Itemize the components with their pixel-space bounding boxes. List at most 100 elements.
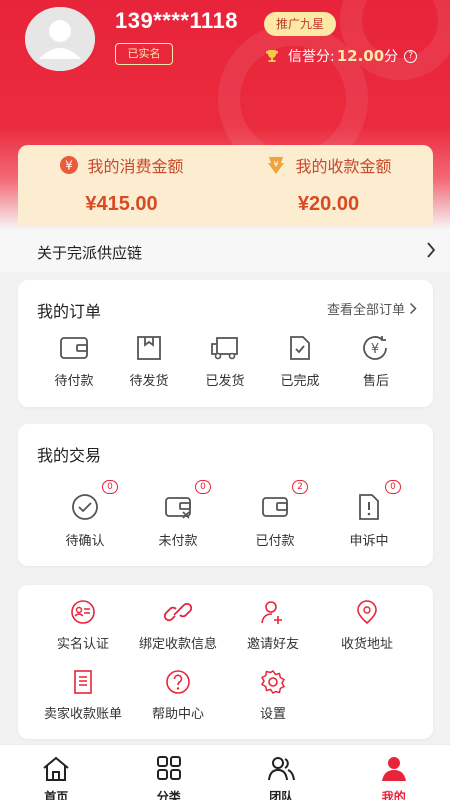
trade-item-label: 已付款: [255, 534, 295, 549]
order-shipped[interactable]: 已发货: [205, 334, 245, 389]
service-label: 邀请好友: [246, 637, 299, 652]
view-all-label: 查看全部订单: [326, 303, 405, 318]
service-real-name-auth[interactable]: 实名认证: [48, 599, 118, 652]
service-bind-payment[interactable]: 绑定收款信息: [130, 599, 226, 652]
team-icon: [266, 755, 296, 787]
svg-text:¥: ¥: [371, 342, 379, 357]
count-badge: 2: [292, 480, 308, 494]
tab-category[interactable]: 分类: [113, 745, 226, 800]
chevron-right-icon: [426, 241, 436, 263]
service-label: 实名认证: [56, 637, 109, 652]
check-circle-icon: 0: [70, 480, 118, 522]
trades-card: 我的交易 0 待确认 0 未付款 2 已付款 0 申诉中: [18, 424, 433, 566]
user-add-icon: [259, 599, 287, 625]
bill-icon: [69, 669, 97, 695]
order-item-label: 已完成: [280, 374, 320, 389]
yuan-refresh-icon: ¥: [361, 334, 391, 362]
chevron-right-icon: [409, 302, 417, 315]
receive-value: ¥20.00: [297, 193, 360, 215]
download-yuan-icon: ¥: [265, 155, 287, 175]
trade-item-label: 未付款: [158, 534, 198, 549]
verified-badge: 已实名: [115, 43, 173, 65]
trade-item-label: 待确认: [65, 534, 105, 549]
service-shipping-address[interactable]: 收货地址: [332, 599, 402, 652]
help-icon: [164, 669, 192, 695]
trade-pending-confirm[interactable]: 0 待确认: [60, 480, 118, 549]
receive-label: 我的收款金额: [295, 157, 392, 176]
consume-amount[interactable]: ¥ 我的消费金额 ¥415.00: [18, 145, 225, 225]
consume-value: ¥415.00: [85, 193, 158, 215]
yuan-icon: ¥: [59, 155, 79, 175]
tab-label: 团队: [269, 790, 294, 800]
service-settings[interactable]: 设置: [238, 669, 308, 722]
user-placeholder-icon: [25, 7, 95, 71]
order-completed[interactable]: 已完成: [280, 334, 320, 389]
link-icon: [164, 599, 192, 625]
bottom-tab-bar: 首页 分类 团队 我的: [0, 744, 450, 800]
service-help-center[interactable]: 帮助中心: [143, 669, 213, 722]
service-label: 绑定收款信息: [138, 637, 217, 652]
gear-icon: [259, 669, 287, 695]
amount-card: ¥ 我的消费金额 ¥415.00 ¥ 我的收款金额 ¥20.00: [18, 145, 433, 225]
about-label: 关于完派供应链: [37, 244, 143, 262]
orders-title: 我的订单: [37, 302, 102, 321]
help-icon[interactable]: ?: [404, 49, 418, 63]
service-invite-friends[interactable]: 邀请好友: [238, 599, 308, 652]
order-item-label: 已发货: [205, 374, 245, 389]
order-pending-payment[interactable]: 待付款: [54, 334, 94, 389]
tab-team[interactable]: 团队: [225, 745, 338, 800]
service-seller-bill[interactable]: 卖家收款账单: [38, 669, 128, 722]
about-row[interactable]: 关于完派供应链: [0, 230, 450, 272]
trade-paid[interactable]: 2 已付款: [250, 480, 308, 549]
home-icon: [41, 755, 71, 787]
trades-title: 我的交易: [37, 446, 102, 465]
order-after-sales[interactable]: ¥ 售后: [356, 334, 396, 389]
order-item-label: 待发货: [129, 374, 169, 389]
tab-label: 首页: [44, 790, 69, 800]
credit-unit: 分: [384, 49, 399, 65]
tab-label: 我的: [381, 790, 406, 800]
svg-text:¥: ¥: [66, 159, 74, 173]
service-label: 卖家收款账单: [43, 707, 122, 722]
phone-number: 139****1118: [115, 8, 238, 33]
document-check-icon: [286, 334, 314, 362]
profile-icon: [379, 755, 409, 787]
count-badge: 0: [195, 480, 211, 494]
view-all-orders-link[interactable]: 查看全部订单: [327, 299, 417, 318]
service-label: 帮助中心: [151, 707, 204, 722]
order-pending-shipment[interactable]: 待发货: [129, 334, 169, 389]
credit-value: 12.00: [336, 47, 385, 65]
service-label: 收货地址: [340, 637, 393, 652]
wallet-icon: 2: [260, 480, 308, 522]
trade-item-label: 申诉中: [349, 534, 389, 549]
wallet-icon: [59, 334, 89, 362]
category-icon: [154, 755, 184, 787]
avatar[interactable]: [25, 7, 95, 71]
consume-label: 我的消费金额: [87, 157, 184, 176]
tab-home[interactable]: 首页: [0, 745, 113, 800]
credit-score: 信誉分: 12.00 分 ?: [264, 45, 418, 67]
tab-mine[interactable]: 我的: [338, 745, 450, 800]
service-label: 设置: [259, 707, 286, 722]
wallet-x-icon: 0: [163, 480, 211, 522]
orders-card: 我的订单 查看全部订单 待付款 待发货 已发货 已完成 ¥ 售后: [18, 280, 433, 407]
credit-label: 信誉分:: [288, 49, 335, 65]
svg-text:¥: ¥: [274, 160, 279, 169]
document-alert-icon: 0: [355, 480, 401, 522]
receive-amount[interactable]: ¥ 我的收款金额 ¥20.00: [225, 145, 432, 225]
truck-icon: [209, 334, 241, 362]
location-icon: [353, 599, 381, 625]
trophy-icon: [264, 48, 280, 64]
count-badge: 0: [385, 480, 401, 494]
trade-unpaid[interactable]: 0 未付款: [153, 480, 211, 549]
count-badge: 0: [102, 480, 118, 494]
profile-header: 139****1118 推广九星 已实名 信誉分: 12.00 分 ? ¥ 我的…: [0, 0, 450, 230]
id-card-icon: [69, 599, 97, 625]
level-badge: 推广九星: [264, 12, 336, 36]
package-icon: [134, 334, 164, 362]
order-item-label: 待付款: [54, 374, 94, 389]
trade-appealing[interactable]: 0 申诉中: [344, 480, 401, 549]
tab-label: 分类: [156, 790, 181, 800]
services-card: 实名认证 绑定收款信息 邀请好友 收货地址 卖家收款账单 帮助中心 设置: [18, 585, 433, 739]
order-item-label: 售后: [362, 374, 389, 389]
